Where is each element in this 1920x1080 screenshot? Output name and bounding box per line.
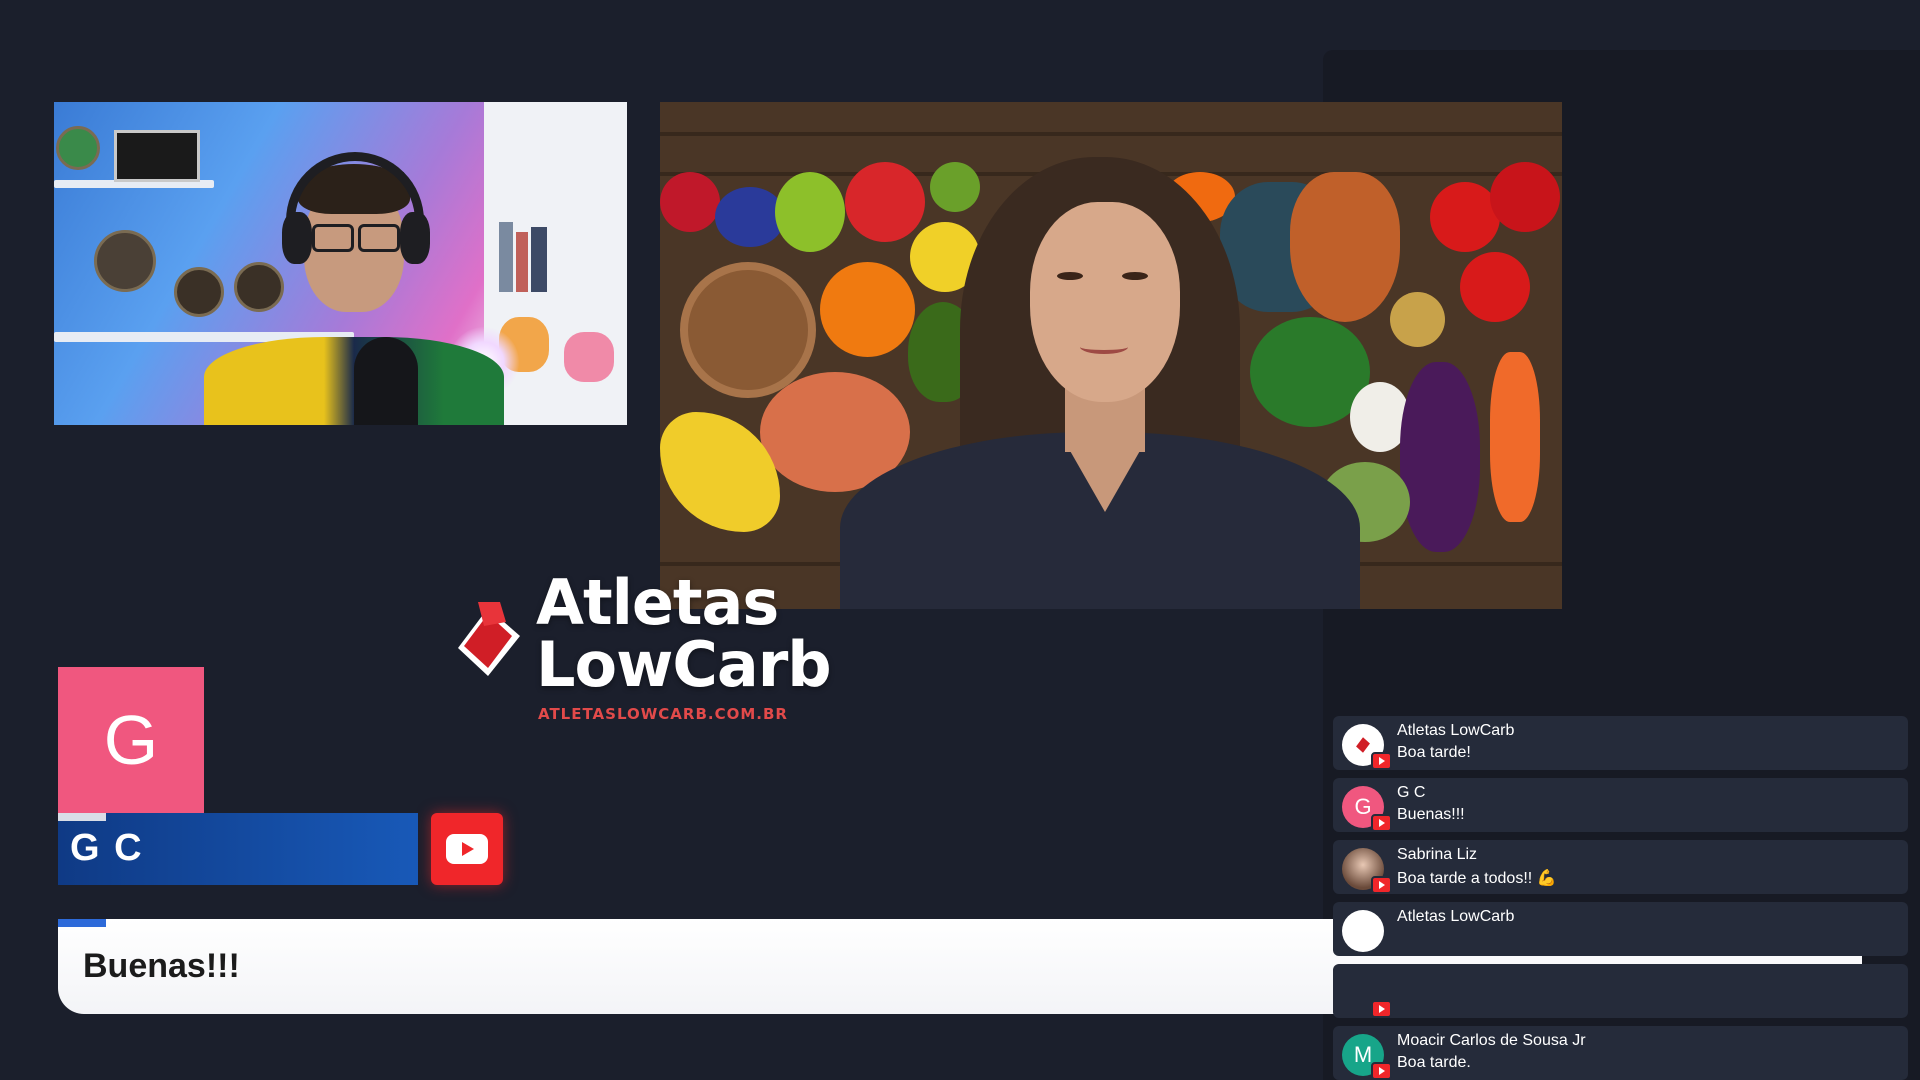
stream-overlay: Atletas LowCarb ATLETASLOWCARB.COM.BR G …: [0, 0, 1920, 1080]
chat-text: Boa tarde!: [1397, 744, 1471, 761]
name-bar-accent: [58, 813, 106, 821]
orange: [820, 262, 915, 357]
headphone-earcup: [282, 212, 312, 264]
book: [531, 227, 547, 292]
microphone: [354, 337, 418, 425]
logo-mark-icon: [458, 602, 520, 676]
headphone-earcup: [400, 212, 430, 264]
logo-text-atletas: Atletas: [536, 566, 779, 639]
avatar: [1342, 910, 1384, 952]
wood-grain: [660, 132, 1562, 136]
glasses: [312, 224, 354, 252]
chat-message[interactable]: Atletas LowCarb: [1333, 902, 1908, 956]
youtube-icon: [1371, 752, 1392, 770]
youtube-icon: [1371, 814, 1392, 832]
chat-message[interactable]: G G C Buenas!!!: [1333, 778, 1908, 832]
chat-author: Atletas LowCarb: [1397, 722, 1515, 739]
highlight-avatar: G: [58, 667, 204, 813]
guest-face: [1030, 202, 1180, 402]
guest-eye: [1122, 272, 1148, 280]
medal: [234, 262, 284, 312]
youtube-icon: [431, 813, 503, 885]
highlight-message: Buenas!!!: [83, 947, 240, 985]
highlight-name-bar: G C: [58, 813, 418, 885]
trophy: [56, 126, 100, 170]
tomato: [1460, 252, 1530, 322]
youtube-icon: [1371, 1062, 1392, 1080]
sweet-potato: [1290, 172, 1400, 322]
youtube-icon: [1371, 876, 1392, 894]
plaque: [114, 130, 200, 182]
medal: [94, 230, 156, 292]
chat-message[interactable]: Atletas LowCarb Boa tarde!: [1333, 716, 1908, 770]
guest-neckline: [1065, 442, 1145, 512]
chat-author: Moacir Carlos de Sousa Jr: [1397, 1032, 1586, 1049]
book: [499, 222, 513, 292]
atletas-lowcarb-logo: Atletas LowCarb ATLETASLOWCARB.COM.BR: [448, 570, 848, 730]
carrot: [1490, 352, 1540, 522]
chat-message[interactable]: M Moacir Carlos de Sousa Jr Boa tarde.: [1333, 1026, 1908, 1080]
chat-author: Sabrina Liz: [1397, 846, 1478, 863]
chat-text: Boa tarde.: [1397, 1054, 1471, 1071]
message-bar-accent: [58, 919, 106, 927]
eggplant: [1400, 362, 1480, 552]
youtube-icon: [1371, 1000, 1392, 1018]
logo-url: ATLETASLOWCARB.COM.BR: [538, 705, 788, 723]
chat-text: Boa tarde a todos!! 💪: [1397, 870, 1557, 887]
chat-text: Buenas!!!: [1397, 806, 1465, 823]
chat-author: G C: [1397, 784, 1426, 801]
raspberries: [660, 172, 720, 232]
medal: [174, 267, 224, 317]
chat-author: Atletas LowCarb: [1397, 908, 1515, 925]
potato: [1390, 292, 1445, 347]
lime: [930, 162, 980, 212]
guest-smile: [1080, 340, 1128, 354]
host-video: [54, 102, 627, 425]
nut-bowl: [680, 262, 816, 398]
plush-toy: [564, 332, 614, 382]
glasses: [358, 224, 400, 252]
chat-message[interactable]: Sabrina Liz Boa tarde a todos!! 💪: [1333, 840, 1908, 894]
apple: [845, 162, 925, 242]
guest-video: [660, 102, 1562, 609]
highlight-author: G C: [70, 827, 144, 869]
youtube-play-icon: [446, 834, 488, 864]
book: [516, 232, 528, 292]
guest-eye: [1057, 272, 1083, 280]
tomato: [1490, 162, 1560, 232]
pear: [775, 172, 845, 252]
chat-message[interactable]: [1333, 964, 1908, 1018]
logo-text-lowcarb: LowCarb: [536, 628, 832, 701]
